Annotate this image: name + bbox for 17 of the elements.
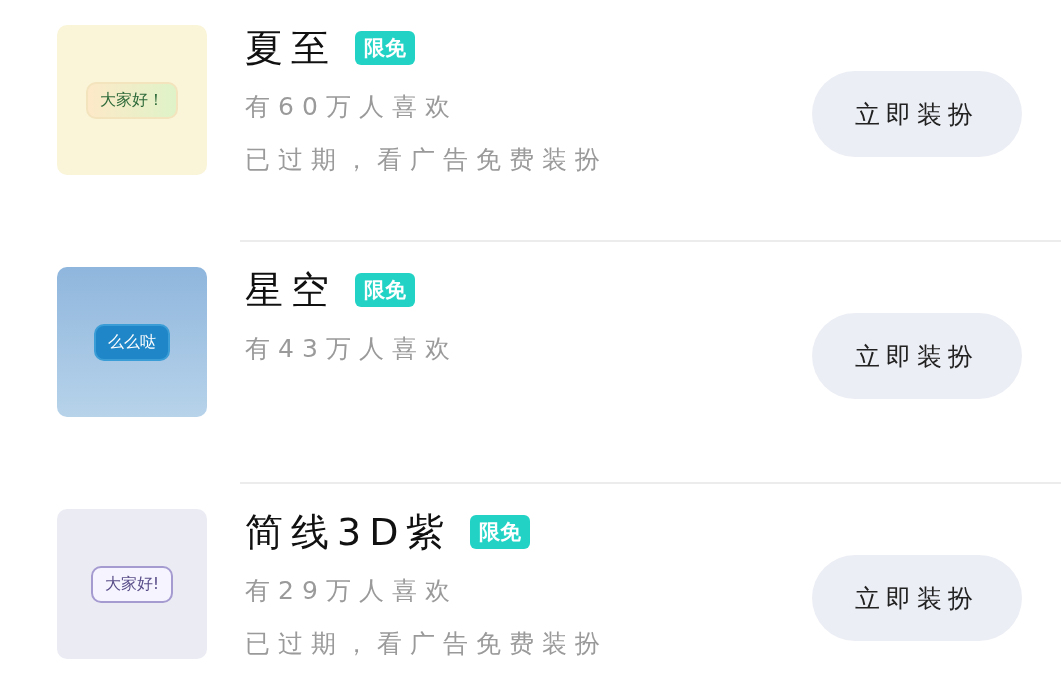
apply-button[interactable]: 立即装扮 [812,71,1022,157]
free-badge: 限免 [470,515,531,549]
apply-button[interactable]: 立即装扮 [812,313,1022,399]
apply-button[interactable]: 立即装扮 [812,555,1022,641]
theme-title: 星空 [245,266,337,314]
bubble-preview: 大家好！ [86,81,178,119]
expired-note: 已过期，看广告免费装扮 [245,144,608,176]
likes-count: 有43万人喜欢 [245,333,458,365]
theme-title: 夏至 [245,24,337,72]
likes-count: 有29万人喜欢 [245,575,459,607]
bubble-preview: 么么哒 [94,323,170,361]
free-badge: 限免 [355,273,415,307]
free-badge: 限免 [355,31,415,65]
bubble-preview: 大家好! [90,565,174,603]
theme-title: 简线3D紫 [245,508,453,556]
likes-count: 有60万人喜欢 [245,91,459,123]
expired-note: 已过期，看广告免费装扮 [245,628,608,660]
